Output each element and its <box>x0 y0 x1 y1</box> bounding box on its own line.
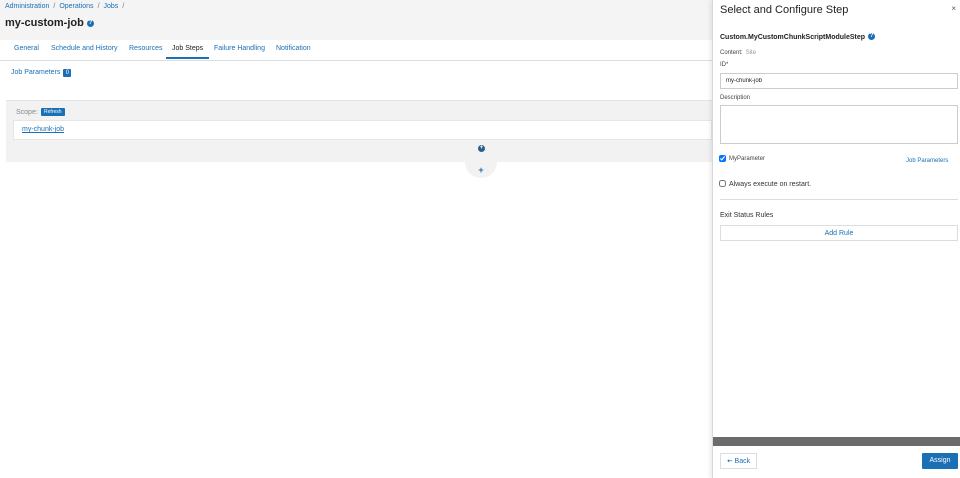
breadcrumb-separator: / <box>97 3 100 10</box>
content-label: Content: <box>720 50 743 56</box>
panel-title: Select and Configure Step <box>720 4 849 16</box>
page-title: my-custom-job <box>5 17 84 29</box>
description-label: Description <box>720 95 751 101</box>
help-icon[interactable]: ? <box>86 20 94 27</box>
tab-failure-handling[interactable]: Failure Handling <box>214 45 265 57</box>
add-step-button[interactable]: + <box>465 162 497 178</box>
main-area: Administration / Operations / Jobs / my-custo… <box>0 0 712 478</box>
breadcrumb-separator: / <box>122 3 125 10</box>
always-execute-on-restart-label: Always execute on restart. <box>729 181 812 188</box>
assign-button[interactable]: Assign <box>922 453 958 469</box>
configure-step-panel: Select and Configure Step × Custom.MyCus… <box>712 0 960 478</box>
content-value: Site <box>745 50 757 56</box>
breadcrumb-separator: / <box>53 3 56 10</box>
tab-schedule-and-history[interactable]: Schedule and History <box>51 45 118 57</box>
job-parameters-count-badge: 0 <box>63 69 72 77</box>
exit-status-rules-label: Exit Status Rules <box>720 212 774 219</box>
step-row[interactable]: my-chunk-job <box>13 120 712 140</box>
id-label: ID* <box>720 62 729 68</box>
add-step-icon[interactable]: + <box>478 145 485 152</box>
scope-label: Scope: <box>16 109 38 116</box>
help-icon[interactable]: ? <box>868 33 876 40</box>
breadcrumb-administration[interactable]: Administration <box>5 3 49 10</box>
back-button[interactable]: 🠄 Back <box>720 453 757 469</box>
tab-notification[interactable]: Notification <box>276 45 311 57</box>
my-parameter-checkbox[interactable] <box>719 155 726 162</box>
my-parameter-label: MyParameter <box>729 156 766 162</box>
refresh-button[interactable]: Refresh <box>41 108 65 116</box>
tab-job-steps[interactable]: Job Steps <box>166 45 210 59</box>
breadcrumb-jobs[interactable]: Jobs <box>104 3 119 10</box>
job-steps-panel: Scope: Refresh my-chunk-job + <box>6 100 712 162</box>
page-title-row: my-custom-job? <box>5 17 94 29</box>
panel-job-parameters-link[interactable]: Job Parameters <box>906 158 948 164</box>
add-rule-button[interactable]: Add Rule <box>720 225 958 241</box>
always-execute-on-restart-checkbox[interactable] <box>719 180 726 187</box>
content-row: Content: Site <box>720 50 756 56</box>
panel-footer-bar <box>713 437 960 446</box>
tab-bar: General Schedule and History Resources J… <box>0 40 712 61</box>
arrow-left-icon: 🠄 <box>726 458 733 465</box>
description-input[interactable] <box>720 105 958 144</box>
breadcrumb-operations[interactable]: Operations <box>59 3 93 10</box>
divider <box>720 199 958 200</box>
job-parameters-link[interactable]: Job Parameters 0 <box>11 69 72 77</box>
tab-resources[interactable]: Resources <box>129 45 162 57</box>
step-class-name: Custom.MyCustomChunkScriptModuleStep <box>720 34 866 41</box>
job-parameters-label: Job Parameters <box>11 69 61 76</box>
step-link[interactable]: my-chunk-job <box>22 126 64 133</box>
page-header: Administration / Operations / Jobs / my-custo… <box>0 0 712 40</box>
step-class-row: Custom.MyCustomChunkScriptModuleStep? <box>720 33 876 41</box>
breadcrumb: Administration / Operations / Jobs / <box>5 3 128 10</box>
back-label: Back <box>734 458 751 465</box>
tab-general[interactable]: General <box>14 45 39 57</box>
close-icon[interactable]: × <box>951 4 956 13</box>
id-input[interactable] <box>720 73 958 89</box>
app-root: Administration / Operations / Jobs / my-custo… <box>0 0 960 478</box>
